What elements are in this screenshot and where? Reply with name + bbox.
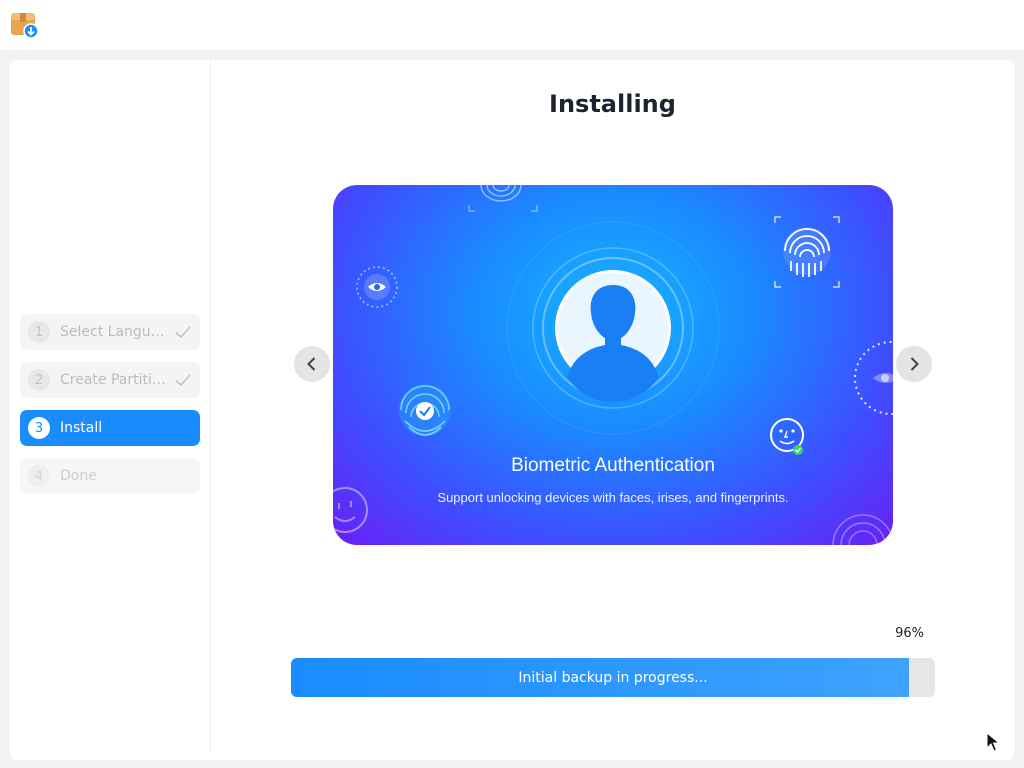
step-label: Select Language [60, 324, 170, 340]
step-done: 4 Done [20, 458, 200, 494]
step-label: Done [60, 468, 97, 484]
title-bar [0, 0, 1024, 50]
step-number: 1 [28, 321, 50, 343]
mouse-pointer-icon [986, 732, 1000, 752]
step-number: 3 [28, 417, 50, 439]
step-label: Create Partitions [60, 372, 170, 388]
step-create-partitions: 2 Create Partitions [20, 362, 200, 398]
step-install: 3 Install [20, 410, 200, 446]
next-slide-button[interactable] [896, 346, 932, 382]
installer-window: 1 Select Language 2 Create Partitions 3 … [10, 60, 1014, 760]
install-progress-bar: Initial backup in progress... [291, 658, 935, 697]
feature-slide: Biometric Authentication Support unlocki… [333, 185, 893, 545]
progress-percent: 96% [895, 626, 924, 641]
page-title: Installing [549, 90, 676, 118]
chevron-right-icon [910, 357, 919, 371]
checkmark-icon [175, 326, 191, 339]
step-select-language: 1 Select Language [20, 314, 200, 350]
step-number: 2 [28, 369, 50, 391]
installer-package-icon [11, 13, 38, 39]
step-number: 4 [28, 465, 50, 487]
chevron-left-icon [307, 357, 316, 371]
slide-heading: Biometric Authentication [511, 455, 715, 476]
step-label: Install [60, 420, 103, 436]
steps-sidebar: 1 Select Language 2 Create Partitions 3 … [10, 60, 211, 752]
progress-status: Initial backup in progress... [518, 669, 708, 686]
previous-slide-button[interactable] [294, 346, 330, 382]
slide-subtitle: Support unlocking devices with faces, ir… [437, 490, 789, 505]
checkmark-icon [175, 374, 191, 387]
